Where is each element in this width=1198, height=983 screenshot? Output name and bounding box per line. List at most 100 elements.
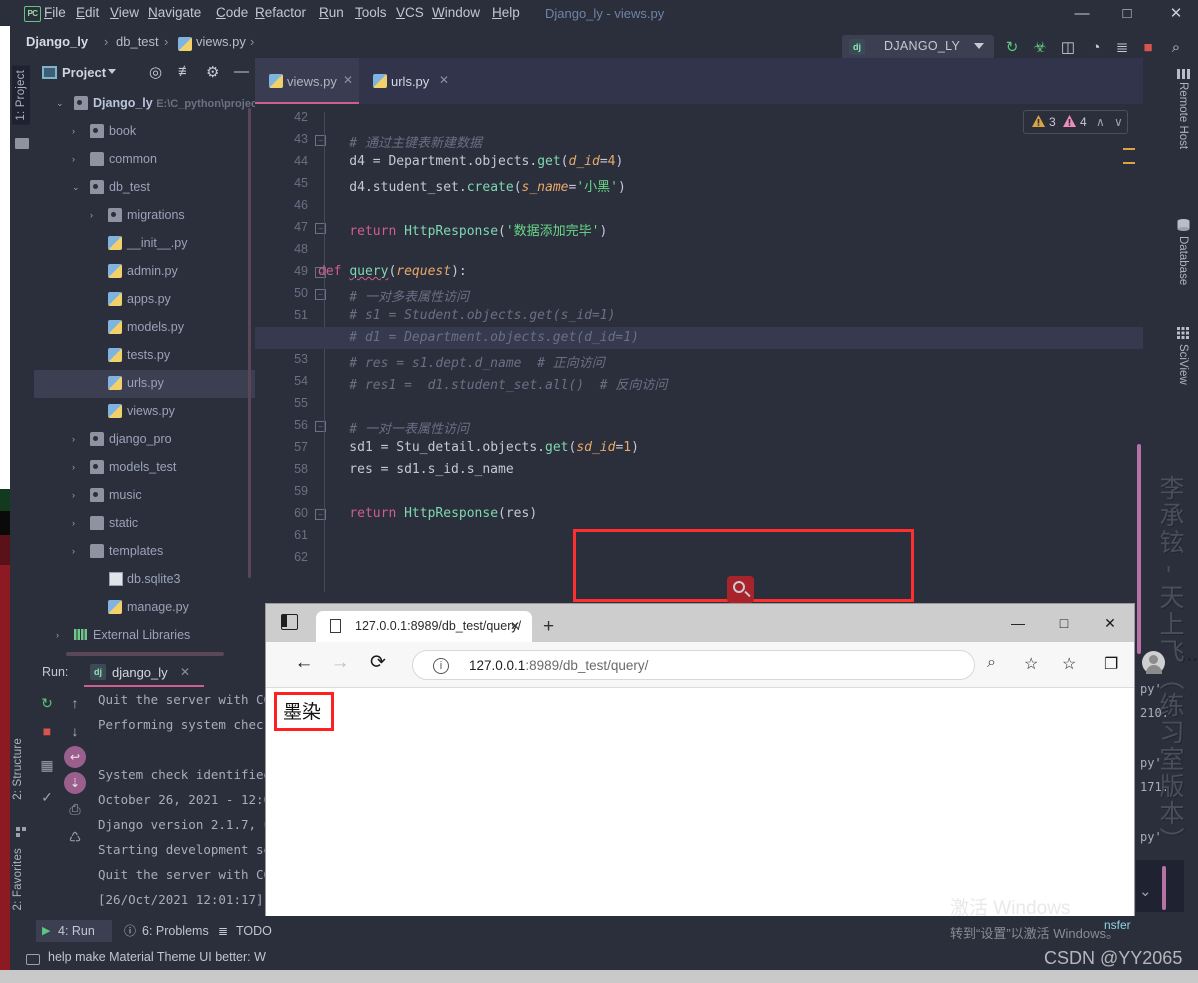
- menu-item-view[interactable]: View: [110, 5, 139, 20]
- chevron-down-icon[interactable]: ⌄: [1139, 882, 1152, 900]
- browser-minimize-button[interactable]: —: [996, 608, 1040, 638]
- expand-arrow-icon[interactable]: ›: [56, 630, 59, 640]
- expand-arrow-icon[interactable]: ›: [72, 546, 75, 556]
- bottom-tab-run[interactable]: ▶ 4: Run: [36, 920, 112, 942]
- menu-item-help[interactable]: Help: [492, 5, 520, 20]
- tab-urls-py[interactable]: urls.py ✕: [359, 58, 453, 104]
- back-icon[interactable]: ←: [290, 652, 318, 674]
- tree-item-urls-py[interactable]: urls.py: [34, 370, 255, 398]
- code-line[interactable]: sd1 = Stu_detail.objects.get(sd_id=1): [318, 440, 639, 462]
- code-line[interactable]: return HttpResponse(res): [318, 506, 537, 528]
- code-line[interactable]: d4 = Department.objects.get(d_id=4): [318, 154, 623, 176]
- breadcrumb-item-project[interactable]: Django_ly: [26, 34, 88, 49]
- reload-icon[interactable]: ⟳: [364, 651, 392, 674]
- expand-arrow-icon[interactable]: ›: [72, 434, 75, 444]
- tree-item-db-test[interactable]: ⌄ db_test: [34, 174, 255, 202]
- sidebar-tab-sciview[interactable]: SciView: [1177, 344, 1189, 385]
- run-configuration-selector[interactable]: dj DJANGO_LY: [842, 35, 994, 59]
- tree-item-templates[interactable]: › templates: [34, 538, 255, 566]
- tree-item-book[interactable]: › book: [34, 118, 255, 146]
- menu-item-window[interactable]: Window: [432, 5, 480, 20]
- code-line[interactable]: res = sd1.s_id.s_name: [318, 462, 513, 484]
- browser-tab[interactable]: 127.0.0.1:8989/db_test/query/ ✕: [316, 611, 532, 642]
- expand-arrow-icon[interactable]: ›: [72, 518, 75, 528]
- expand-arrow-icon[interactable]: ›: [72, 126, 75, 136]
- profile-icon[interactable]: ◔: [1085, 38, 1107, 58]
- next-problem-icon[interactable]: ∨: [1114, 115, 1123, 129]
- expand-arrow-icon[interactable]: ›: [90, 210, 93, 220]
- tree-item-tests-py[interactable]: tests.py: [34, 342, 255, 370]
- close-icon[interactable]: ✕: [510, 619, 520, 633]
- browser-maximize-button[interactable]: □: [1042, 608, 1086, 638]
- editor-gutter[interactable]: 4243−44454647−4849−50−515253545556−57585…: [255, 104, 326, 600]
- tree-item-views-py[interactable]: views.py: [34, 398, 255, 426]
- expand-arrow-icon[interactable]: ›: [72, 154, 75, 164]
- code-line[interactable]: # 通过主键表新建数据: [318, 132, 482, 154]
- browser-close-button[interactable]: ✕: [1088, 608, 1132, 638]
- bottom-tab-todo[interactable]: ≣ TODO: [216, 920, 272, 942]
- code-line[interactable]: def query(request):: [318, 264, 467, 286]
- menu-item-vcs[interactable]: VCS: [396, 5, 424, 20]
- collections-icon[interactable]: ❐: [1104, 654, 1118, 674]
- tree-item--init-py[interactable]: __init__.py: [34, 230, 255, 258]
- code-line[interactable]: # s1 = Student.objects.get(s_id=1): [318, 308, 615, 330]
- code-editor[interactable]: 4243−44454647−4849−50−515253545556−57585…: [255, 104, 1143, 654]
- tree-item-db-sqlite3[interactable]: db.sqlite3: [34, 566, 255, 594]
- expand-arrow-icon[interactable]: ›: [72, 462, 75, 472]
- sidebar-tab-remote-host[interactable]: Remote Host: [1177, 82, 1189, 149]
- prev-problem-icon[interactable]: ∧: [1096, 115, 1105, 129]
- project-horizontal-scrollbar[interactable]: [66, 652, 224, 656]
- tab-views-py[interactable]: views.py ✕: [255, 58, 359, 104]
- pin-icon[interactable]: ✓: [36, 786, 58, 808]
- code-line[interactable]: return HttpResponse('数据添加完毕'): [318, 220, 607, 242]
- tree-item-common[interactable]: › common: [34, 146, 255, 174]
- address-bar[interactable]: i 127.0.0.1:8989/db_test/query/: [412, 650, 975, 680]
- menu-item-code[interactable]: Code: [216, 5, 248, 20]
- editor-scrollbar[interactable]: [1137, 444, 1141, 654]
- project-file-tree[interactable]: ⌄ Django_ly E:\C_python\project\ › book › com…: [34, 90, 264, 650]
- add-favorite-icon[interactable]: ☆: [1024, 654, 1038, 674]
- tile-layout-icon[interactable]: ▦: [36, 754, 58, 776]
- code-line[interactable]: # 一对多表属性访问: [318, 286, 469, 308]
- scroll-down-icon[interactable]: ↓: [64, 720, 86, 742]
- stop-icon[interactable]: ■: [36, 720, 58, 742]
- locate-icon[interactable]: ◎: [149, 63, 162, 81]
- event-log-icon[interactable]: [26, 954, 40, 965]
- close-icon[interactable]: ✕: [343, 73, 353, 87]
- tree-item-manage-py[interactable]: manage.py: [34, 594, 255, 622]
- scroll-to-end-icon[interactable]: ⇣: [64, 772, 86, 794]
- breadcrumb-item-dbtest[interactable]: db_test: [116, 34, 159, 49]
- project-scrollbar[interactable]: [248, 108, 251, 578]
- menu-item-edit[interactable]: Edit: [76, 5, 99, 20]
- hide-panel-icon[interactable]: —: [234, 63, 249, 80]
- tree-item-external-libraries[interactable]: › External Libraries: [34, 622, 255, 650]
- new-tab-button[interactable]: +: [543, 616, 554, 638]
- sidebar-tab-favorites[interactable]: 2: Favorites: [12, 848, 24, 910]
- menu-item-run[interactable]: Run: [319, 5, 344, 20]
- tree-item-admin-py[interactable]: admin.py: [34, 258, 255, 286]
- favorites-list-icon[interactable]: ☆: [1062, 654, 1076, 674]
- stop-icon[interactable]: ■: [1137, 38, 1159, 58]
- tree-item-models-test[interactable]: › models_test: [34, 454, 255, 482]
- search-icon[interactable]: [727, 576, 754, 603]
- tree-item-apps-py[interactable]: apps.py: [34, 286, 255, 314]
- tree-item-models-py[interactable]: models.py: [34, 314, 255, 342]
- menu-item-tools[interactable]: Tools: [355, 5, 387, 20]
- tree-item-migrations[interactable]: › migrations: [34, 202, 255, 230]
- print-icon[interactable]: ⎙: [64, 798, 86, 820]
- info-circle-icon[interactable]: i: [433, 658, 449, 674]
- close-icon[interactable]: ✕: [180, 665, 190, 679]
- clear-all-icon[interactable]: ♺: [64, 826, 86, 848]
- soft-wrap-icon[interactable]: ↩: [64, 746, 86, 768]
- chevron-down-icon[interactable]: [974, 43, 984, 49]
- run-queue-icon[interactable]: ≣: [1111, 38, 1133, 58]
- menu-item-file[interactable]: File: [44, 5, 66, 20]
- tab-list-icon[interactable]: [281, 614, 298, 630]
- scroll-up-icon[interactable]: ↑: [64, 692, 86, 714]
- window-close-button[interactable]: ✕: [1157, 3, 1195, 25]
- code-line[interactable]: # 一对一表属性访问: [318, 418, 469, 440]
- zoom-in-icon[interactable]: ⌕: [987, 654, 996, 672]
- sidebar-tab-project[interactable]: 1: Project: [12, 66, 30, 125]
- code-line[interactable]: # res1 = d1.student_set.all() # 反向访问: [318, 374, 667, 396]
- debug-bug-icon[interactable]: ☣: [1029, 38, 1051, 58]
